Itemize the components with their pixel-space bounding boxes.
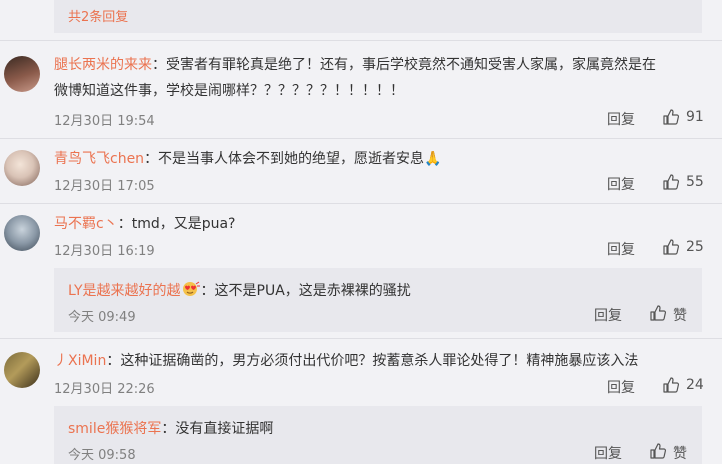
divider	[0, 40, 722, 41]
reply-button[interactable]: 回复	[594, 305, 622, 325]
view-all-replies-link[interactable]: 共2条回复	[68, 6, 128, 25]
thumbs-up-icon[interactable]	[649, 442, 667, 460]
reply-button[interactable]: 回复	[607, 239, 635, 259]
sub-reply-text: LY是越来越好的越 ：这不是PUA，这是赤裸裸的骚扰	[68, 281, 411, 299]
avatar[interactable]	[4, 150, 40, 186]
sub-reply-time: 今天 09:58	[68, 448, 136, 463]
avatar[interactable]	[4, 215, 40, 251]
avatar[interactable]	[4, 352, 40, 388]
thumbs-up-icon[interactable]	[662, 376, 680, 394]
like-button-label[interactable]: 赞	[673, 443, 687, 463]
previous-reply-box: 共2条回复	[54, 0, 702, 33]
like-count: 55	[686, 174, 704, 190]
reply-button[interactable]: 回复	[607, 174, 635, 194]
divider	[0, 138, 722, 139]
reply-button[interactable]: 回复	[594, 443, 622, 463]
comment-text: 马不羁c丶：tmd，又是pua?	[54, 216, 236, 232]
comment-author[interactable]: 腿长两米的来来	[54, 57, 152, 73]
reply-button[interactable]: 回复	[607, 377, 635, 397]
comment-time: 12月30日 17:05	[54, 179, 155, 194]
sub-reply-box: LY是越来越好的越 ：这不是PUA，这是赤裸裸的骚扰 今天 09:49 回复 赞	[54, 268, 702, 332]
avatar[interactable]	[4, 56, 40, 92]
comment-author[interactable]: 马不羁c丶	[54, 216, 118, 232]
sub-reply-author[interactable]: LY是越来越好的越	[68, 283, 181, 299]
divider	[0, 338, 722, 339]
thumbs-up-icon[interactable]	[662, 238, 680, 256]
comment-text: 青鸟飞飞chen：不是当事人体会不到她的绝望，愿逝者安息🙏	[54, 151, 442, 167]
comment-author[interactable]: 丿XiMin	[54, 353, 106, 369]
sub-reply-author[interactable]: smile猴猴将军	[68, 421, 161, 437]
comment-text-line2: 微博知道这件事，学校是闹哪样？？？？？？！！！！！	[54, 83, 404, 99]
sub-reply-text: smile猴猴将军：没有直接证据啊	[68, 421, 274, 437]
reply-button[interactable]: 回复	[607, 109, 635, 129]
thumbs-up-icon[interactable]	[649, 304, 667, 322]
comment-time: 12月30日 16:19	[54, 244, 155, 259]
like-count: 25	[686, 239, 704, 255]
like-button-label[interactable]: 赞	[673, 305, 687, 325]
thumbs-up-icon[interactable]	[662, 108, 680, 126]
like-count: 91	[686, 109, 704, 125]
comment-text: 丿XiMin：这种证据确凿的，男方必须付出代价吧？按蓄意杀人罪论处得了！精神施暴…	[54, 353, 639, 369]
comment-author[interactable]: 青鸟飞飞chen	[54, 151, 144, 167]
comment-time: 12月30日 19:54	[54, 114, 155, 129]
like-count: 24	[686, 377, 704, 393]
sub-reply-box: smile猴猴将军：没有直接证据啊 今天 09:58 回复 赞	[54, 406, 702, 464]
love-emoji-icon	[181, 281, 201, 296]
divider	[0, 203, 722, 204]
thumbs-up-icon[interactable]	[662, 173, 680, 191]
comment-time: 12月30日 22:26	[54, 382, 155, 397]
comment-text: 腿长两米的来来：受害者有罪轮真是绝了！还有，事后学校竟然不通知受害人家属，家属竟…	[54, 57, 656, 73]
sub-reply-time: 今天 09:49	[68, 310, 136, 325]
